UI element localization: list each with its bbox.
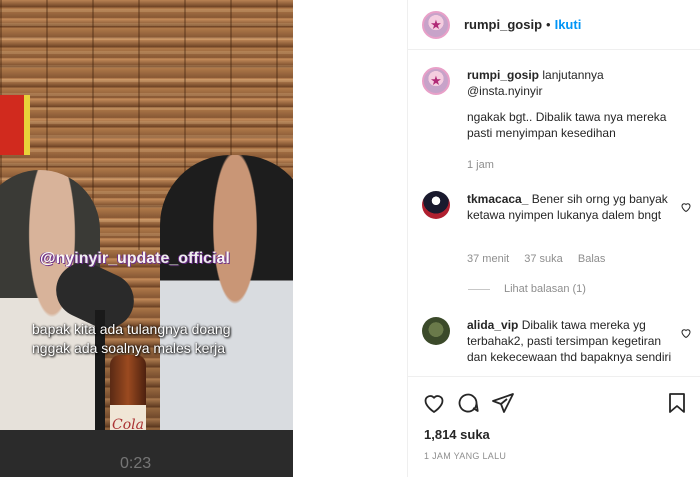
likes-count[interactable]: 1,814 suka (424, 427, 490, 442)
video-caption: bapak kita ada tulangnya doang nggak ada… (32, 321, 231, 356)
separator: • (546, 17, 551, 32)
comment-username[interactable]: tkmacaca_ (467, 192, 528, 206)
heart-icon[interactable] (422, 391, 446, 415)
comments-list[interactable]: ★ rumpi_gosip lanjutannya @insta.nyinyir… (408, 51, 700, 376)
like-comment-icon[interactable] (680, 201, 692, 213)
comment-text: rumpi_gosip lanjutannya @insta.nyinyir (467, 67, 677, 99)
avatar[interactable]: ★ (422, 67, 450, 95)
comment-time[interactable]: 1 jam (467, 159, 494, 171)
post-sidebar: ★ rumpi_gosip • Ikuti ★ rumpi_gosip lanj… (407, 0, 700, 477)
comment-text-extra: ngakak bgt.. Dibalik tawa nya mereka pas… (467, 110, 667, 140)
post-timestamp[interactable]: 1 JAM YANG LALU (424, 451, 506, 461)
share-icon[interactable] (491, 391, 515, 415)
avatar[interactable] (422, 317, 450, 345)
avatar[interactable]: ★ (422, 10, 450, 39)
person-right (160, 155, 293, 477)
post-header: ★ rumpi_gosip • Ikuti (408, 0, 700, 50)
comment-icon[interactable] (456, 391, 480, 415)
reply-button[interactable]: Balas (578, 253, 606, 265)
header-username[interactable]: rumpi_gosip (464, 17, 542, 32)
background-sign (0, 95, 30, 155)
comment-meta: 37 menit 37 suka Balas (467, 253, 617, 265)
bookmark-icon[interactable] (665, 391, 689, 415)
video-timecode: 0:23 (120, 455, 152, 472)
view-replies-button[interactable]: Lihat balasan (1) (468, 283, 586, 295)
follow-button[interactable]: Ikuti (555, 17, 582, 32)
post-actions: 1,814 suka 1 JAM YANG LALU (408, 376, 700, 477)
divider (468, 288, 490, 290)
comment-text: tkmacaca_ Bener sih orng yg banyak ketaw… (467, 191, 677, 223)
comment-username[interactable]: alida_vip (467, 318, 518, 332)
video-watermark: @nyinyir_update_official (40, 250, 230, 267)
comment-meta: 1 jam (467, 159, 506, 171)
comment-username[interactable]: rumpi_gosip (467, 68, 539, 82)
comment-time[interactable]: 37 menit (467, 253, 509, 265)
avatar[interactable] (422, 191, 450, 219)
post-video[interactable]: Cola @nyinyir_update_official bapak kita… (0, 0, 293, 477)
view-replies-label: Lihat balasan (1) (504, 283, 586, 295)
like-comment-icon[interactable] (680, 327, 692, 339)
comment-text: alida_vip Dibalik tawa mereka yg terbaha… (467, 317, 677, 365)
comment-likes[interactable]: 37 suka (524, 253, 563, 265)
